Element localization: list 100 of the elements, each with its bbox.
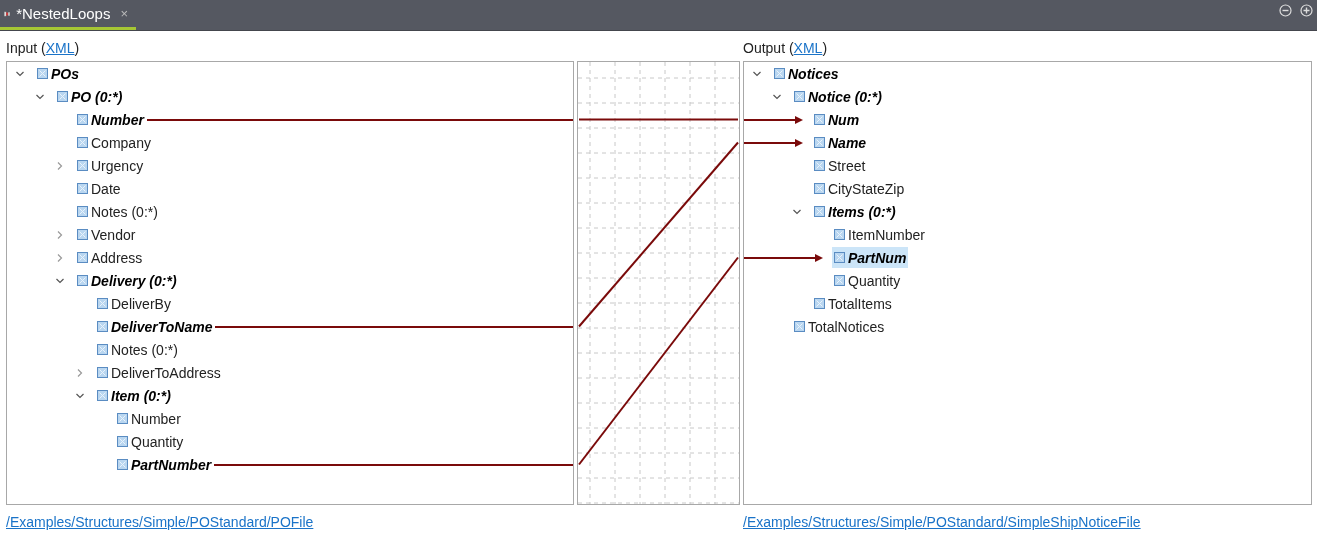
tree-item[interactable]: Street <box>812 155 868 176</box>
node-label: Address <box>91 249 143 266</box>
tree-item[interactable]: Item (0:*) <box>95 385 173 406</box>
element-icon <box>77 206 88 217</box>
element-icon <box>814 206 825 217</box>
tree-item[interactable]: DeliverToName <box>95 316 215 337</box>
mapping-arrow <box>744 138 804 148</box>
tree-item[interactable]: Vendor <box>75 224 138 245</box>
node-label: Company <box>91 134 151 151</box>
tree-item[interactable]: PartNumber <box>115 454 214 475</box>
tree-item[interactable]: Notes (0:*) <box>75 201 160 222</box>
node-label: Urgency <box>91 157 144 174</box>
close-tab-button[interactable]: × <box>120 6 128 21</box>
tree-item[interactable]: Items (0:*) <box>812 201 898 222</box>
node-label: TotalNotices <box>808 318 885 335</box>
element-icon <box>814 137 825 148</box>
node-label: Quantity <box>848 272 901 289</box>
element-icon <box>814 183 825 194</box>
file-path-link[interactable]: /Examples/Structures/Simple/POStandard/SimpleShipNoticeFile <box>743 514 1141 530</box>
mapping-line[interactable] <box>578 141 739 328</box>
node-label: PO (0:*) <box>71 88 123 105</box>
tree-item[interactable]: DeliverToAddress <box>95 362 223 383</box>
editor-tab[interactable]: *NestedLoops × <box>0 0 136 30</box>
element-icon <box>37 68 48 79</box>
tree-item[interactable]: Address <box>75 247 145 268</box>
node-label: Date <box>91 180 121 197</box>
element-icon <box>77 252 88 263</box>
tree-item[interactable]: Num <box>812 109 862 130</box>
element-icon <box>97 367 108 378</box>
file-path-link[interactable]: /Examples/Structures/Simple/POStandard/POFile <box>6 514 314 530</box>
element-icon <box>117 436 128 447</box>
node-label: Delivery (0:*) <box>91 272 177 289</box>
element-icon <box>834 275 845 286</box>
node-label: PartNum <box>848 249 907 266</box>
tree-item[interactable]: POs <box>35 63 81 84</box>
element-icon <box>97 298 108 309</box>
element-icon <box>834 252 845 263</box>
mapping-line[interactable] <box>578 256 739 466</box>
minimize-icon[interactable] <box>1279 4 1292 17</box>
node-label: Vendor <box>91 226 136 243</box>
element-icon <box>77 137 88 148</box>
element-icon <box>97 321 108 332</box>
node-label: Notes (0:*) <box>111 341 178 358</box>
node-label: DeliverBy <box>111 295 171 312</box>
node-label: Notice (0:*) <box>808 88 882 105</box>
node-label: ItemNumber <box>848 226 926 243</box>
maximize-icon[interactable] <box>1300 4 1313 17</box>
tree-item[interactable]: Quantity <box>115 431 186 452</box>
node-label: Notes (0:*) <box>91 203 158 220</box>
node-label: TotalItems <box>828 295 892 312</box>
element-icon <box>834 229 845 240</box>
element-icon <box>77 275 88 286</box>
element-icon <box>814 114 825 125</box>
node-label: Number <box>91 111 144 128</box>
element-icon <box>77 183 88 194</box>
element-icon <box>814 160 825 171</box>
tree-item[interactable]: PartNum <box>832 247 909 268</box>
node-label: Num <box>828 111 860 128</box>
tree-item[interactable]: PO (0:*) <box>55 86 125 107</box>
tree-item[interactable]: Number <box>115 408 183 429</box>
element-icon <box>77 160 88 171</box>
tree-item[interactable]: Delivery (0:*) <box>75 270 179 291</box>
tree-item[interactable]: DeliverBy <box>95 293 173 314</box>
element-icon <box>774 68 785 79</box>
node-label: PartNumber <box>131 456 212 473</box>
tree-item[interactable]: Notice (0:*) <box>792 86 884 107</box>
tree-item[interactable]: CityStateZip <box>812 178 907 199</box>
node-label: Number <box>131 410 181 427</box>
tree-item[interactable]: Quantity <box>832 270 903 291</box>
node-label: Quantity <box>131 433 184 450</box>
node-label: DeliverToAddress <box>111 364 221 381</box>
tree-item[interactable]: ItemNumber <box>832 224 928 245</box>
tree-item[interactable]: Urgency <box>75 155 146 176</box>
element-icon <box>77 114 88 125</box>
tree-item[interactable]: Name <box>812 132 869 153</box>
tree-item[interactable]: Company <box>75 132 153 153</box>
node-label: DeliverToName <box>111 318 213 335</box>
element-icon <box>97 344 108 355</box>
mapping-line[interactable] <box>578 118 739 121</box>
tree-item[interactable]: Notices <box>772 63 841 84</box>
tree-item[interactable]: Notes (0:*) <box>95 339 180 360</box>
mapping-arrow <box>744 115 804 125</box>
tree-item[interactable]: Date <box>75 178 123 199</box>
node-label: Items (0:*) <box>828 203 896 220</box>
tree-item[interactable]: TotalItems <box>812 293 894 314</box>
node-label: POs <box>51 65 79 82</box>
node-label: CityStateZip <box>828 180 905 197</box>
node-label: Street <box>828 157 866 174</box>
element-icon <box>794 91 805 102</box>
tree-item[interactable]: TotalNotices <box>792 316 887 337</box>
format-link[interactable]: XML <box>45 40 75 56</box>
element-icon <box>57 91 68 102</box>
element-icon <box>117 413 128 424</box>
panel-header: Input (XML) <box>6 39 81 58</box>
format-link[interactable]: XML <box>793 40 823 56</box>
tree-item[interactable]: Number <box>75 109 146 130</box>
element-icon <box>117 459 128 470</box>
node-label: Item (0:*) <box>111 387 171 404</box>
element-icon <box>814 298 825 309</box>
element-icon <box>77 229 88 240</box>
